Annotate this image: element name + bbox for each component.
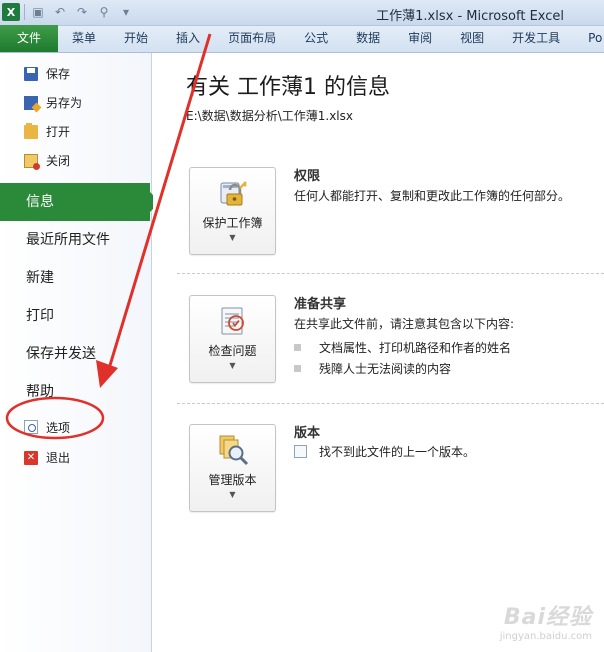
nav-help[interactable]: 帮助 xyxy=(0,373,151,411)
quick-access-toolbar: X ▣ ↶ ↷ ⚲ ▾ xyxy=(2,3,135,21)
bullet-icon xyxy=(294,344,301,351)
excel-logo-icon[interactable]: X xyxy=(2,3,20,21)
prepare-sharing-title: 准备共享 xyxy=(294,297,347,312)
version-magnifier-icon xyxy=(216,433,250,467)
ribbon-tabs: 文件 菜单 开始 插入 页面布局 公式 数据 审阅 视图 开发工具 Po xyxy=(0,25,604,53)
tab-developer[interactable]: 开发工具 xyxy=(498,25,574,52)
section-divider xyxy=(177,403,604,404)
nav-exit-label: 退出 xyxy=(46,451,71,465)
version-note-text: 找不到此文件的上一个版本。 xyxy=(319,445,476,459)
bullet-text: 残障人士无法阅读的内容 xyxy=(319,362,452,376)
nav-info[interactable]: 信息 xyxy=(0,183,160,221)
protect-workbook-button[interactable]: 保护工作簿 ▼ xyxy=(189,167,276,255)
nav-exit[interactable]: ✕ 退出 xyxy=(0,443,151,472)
tab-insert[interactable]: 插入 xyxy=(162,25,214,52)
list-item: 残障人士无法阅读的内容 xyxy=(294,358,511,379)
info-panel: 有关 工作薄1 的信息 E:\数据\数据分析\工作薄1.xlsx 保护工作簿 ▼… xyxy=(153,53,604,652)
save-icon xyxy=(24,66,38,81)
watermark: Bai经验 jingyan.baidu.com xyxy=(500,599,592,642)
prepare-sharing-description: 在共享此文件前，请注意其包含以下内容: xyxy=(294,317,515,331)
nav-options-label: 选项 xyxy=(46,420,71,435)
nav-close-label: 关闭 xyxy=(46,154,71,168)
sharing-bullet-list: 文档属性、打印机路径和作者的姓名 残障人士无法阅读的内容 xyxy=(294,337,511,379)
nav-open[interactable]: 打开 xyxy=(0,117,151,146)
chevron-down-icon: ▼ xyxy=(229,361,236,370)
close-file-icon xyxy=(24,153,40,170)
manage-versions-label: 管理版本 xyxy=(208,473,257,487)
checklist-icon xyxy=(216,304,250,338)
check-issues-button[interactable]: 检查问题 ▼ xyxy=(189,295,276,383)
qat-dropdown-icon[interactable]: ▾ xyxy=(117,3,135,21)
protect-workbook-label: 保护工作簿 xyxy=(202,216,263,230)
chevron-down-icon: ▼ xyxy=(229,233,236,242)
watermark-brand: Bai经验 xyxy=(503,605,592,630)
nav-new[interactable]: 新建 xyxy=(0,259,151,297)
save-as-icon xyxy=(24,95,38,110)
manage-versions-button[interactable]: 管理版本 ▼ xyxy=(189,424,276,512)
nav-print[interactable]: 打印 xyxy=(0,297,151,335)
nav-save[interactable]: 保存 xyxy=(0,59,151,88)
tab-home[interactable]: 开始 xyxy=(110,25,162,52)
page-title: 有关 工作薄1 的信息 xyxy=(186,75,390,100)
tab-formulas[interactable]: 公式 xyxy=(290,25,342,52)
options-icon xyxy=(24,420,38,434)
exit-icon: ✕ xyxy=(24,450,38,465)
open-folder-icon xyxy=(24,122,38,139)
nav-save-as-label: 另存为 xyxy=(46,96,83,110)
redo-icon[interactable]: ↷ xyxy=(73,3,91,21)
nav-recent[interactable]: 最近所用文件 xyxy=(0,221,151,259)
tab-file[interactable]: 文件 xyxy=(0,25,59,52)
tab-data[interactable]: 数据 xyxy=(342,25,394,52)
tab-menu[interactable]: 菜单 xyxy=(58,25,110,52)
document-icon xyxy=(294,445,307,458)
tab-review[interactable]: 审阅 xyxy=(394,25,446,52)
permissions-section: 保护工作簿 ▼ 权限 任何人都能打开、复制和更改此工作簿的任何部分。 xyxy=(177,153,597,281)
file-path: E:\数据\数据分析\工作薄1.xlsx xyxy=(186,109,353,123)
section-divider xyxy=(177,273,604,274)
prepare-sharing-section: 检查问题 ▼ 准备共享 在共享此文件前，请注意其包含以下内容: 文档属性、打印机… xyxy=(177,281,597,409)
tab-view[interactable]: 视图 xyxy=(446,25,498,52)
qat-separator xyxy=(24,4,25,20)
versions-title: 版本 xyxy=(294,426,321,441)
nav-save-as[interactable]: 另存为 xyxy=(0,88,151,117)
version-note: 找不到此文件的上一个版本。 xyxy=(294,443,475,460)
list-item: 文档属性、打印机路径和作者的姓名 xyxy=(294,337,511,358)
save-icon[interactable]: ▣ xyxy=(29,3,47,21)
check-issues-label: 检查问题 xyxy=(208,344,257,358)
permissions-title: 权限 xyxy=(294,169,321,184)
window-title: 工作薄1.xlsx - Microsoft Excel xyxy=(376,9,564,24)
title-bar: X ▣ ↶ ↷ ⚲ ▾ 工作薄1.xlsx - Microsoft Excel xyxy=(0,0,604,26)
tab-page-layout[interactable]: 页面布局 xyxy=(214,25,290,52)
lock-key-icon xyxy=(216,176,250,210)
watermark-url: jingyan.baidu.com xyxy=(499,631,592,642)
nav-open-label: 打开 xyxy=(46,125,71,139)
permissions-description: 任何人都能打开、复制和更改此工作簿的任何部分。 xyxy=(294,189,571,203)
versions-section: 管理版本 ▼ 版本 找不到此文件的上一个版本。 xyxy=(177,410,597,538)
bullet-icon xyxy=(294,365,301,372)
nav-options[interactable]: 选项 xyxy=(0,411,151,443)
nav-save-label: 保存 xyxy=(46,67,71,81)
tab-powerpivot[interactable]: Po xyxy=(574,25,604,52)
find-icon[interactable]: ⚲ xyxy=(95,3,113,21)
nav-close[interactable]: 关闭 xyxy=(0,146,151,175)
chevron-down-icon: ▼ xyxy=(229,490,236,499)
bullet-text: 文档属性、打印机路径和作者的姓名 xyxy=(319,341,512,355)
nav-save-send[interactable]: 保存并发送 xyxy=(0,335,151,373)
backstage-nav: 保存 另存为 打开 关闭 信息 最近所用文件 新建 打印 保存并发送 帮助 选项… xyxy=(0,53,160,652)
undo-icon[interactable]: ↶ xyxy=(51,3,69,21)
